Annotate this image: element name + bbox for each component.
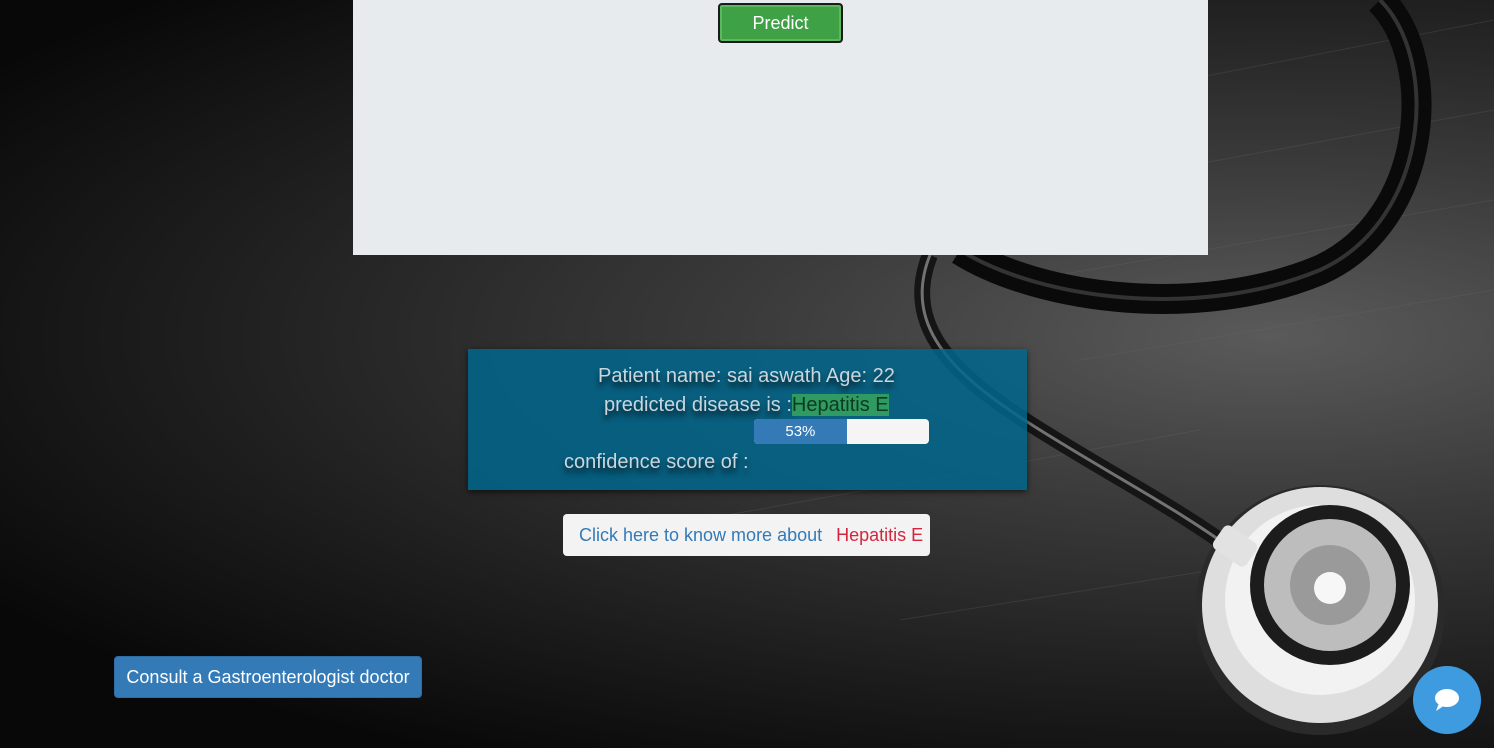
predicted-disease-line: predicted disease is :Hepatitis E bbox=[604, 394, 889, 417]
predicted-disease-name: Hepatitis E bbox=[791, 394, 889, 416]
confidence-label: confidence score of : bbox=[564, 451, 749, 473]
prediction-result-box: Patient name: sai aswath Age: 22 predict… bbox=[468, 349, 1027, 490]
chat-bubble-icon bbox=[1435, 689, 1459, 711]
know-more-text: Click here to know more about bbox=[579, 525, 823, 545]
predicted-disease-prefix: predicted disease is : bbox=[604, 394, 792, 416]
know-more-button[interactable]: Click here to know more about Hepatitis E bbox=[563, 514, 930, 556]
chat-button[interactable] bbox=[1413, 666, 1481, 734]
confidence-progress-fill: 53% bbox=[754, 419, 847, 444]
patient-info: Patient name: sai aswath Age: 22 bbox=[598, 365, 895, 387]
know-more-disease: Hepatitis E bbox=[836, 525, 924, 545]
confidence-progress-bar: 53% bbox=[754, 419, 929, 444]
predict-button[interactable]: Predict bbox=[718, 3, 843, 43]
consult-doctor-button[interactable]: Consult a Gastroenterologist doctor bbox=[114, 656, 422, 698]
